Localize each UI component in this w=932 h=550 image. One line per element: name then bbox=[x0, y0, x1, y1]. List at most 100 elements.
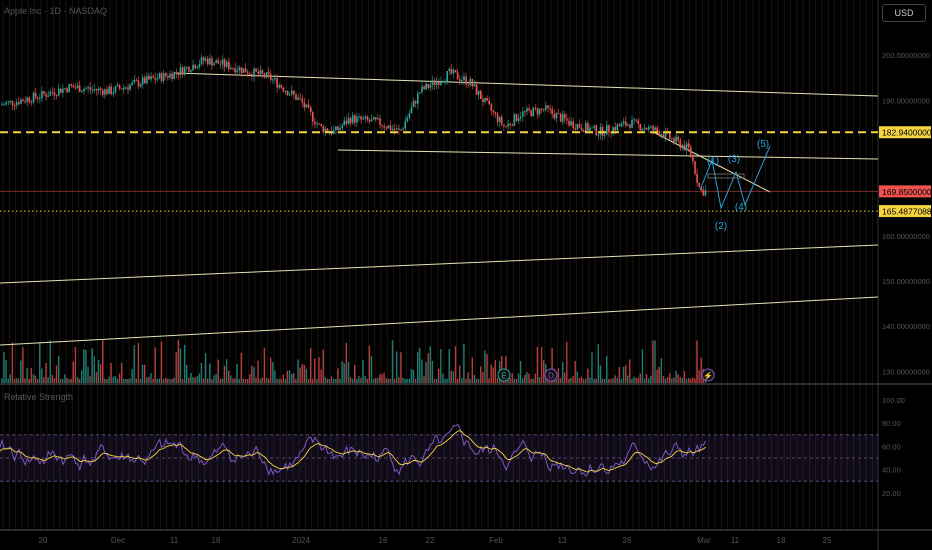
candle-body bbox=[400, 129, 402, 131]
candle-body bbox=[83, 88, 85, 92]
candle-body bbox=[259, 70, 262, 75]
volume-bar bbox=[9, 374, 11, 383]
volume-bar bbox=[66, 377, 68, 383]
chart-canvas[interactable]: (1) (2) (3) (4) (5) E D ⚡ 182.94000000 169.8500… bbox=[0, 0, 932, 550]
candle-body bbox=[381, 125, 383, 127]
volume-bar bbox=[234, 378, 236, 383]
volume-bar bbox=[681, 378, 683, 383]
volume-bar bbox=[370, 355, 373, 383]
volume-bar bbox=[49, 340, 51, 383]
volume-bar bbox=[398, 377, 400, 383]
candle-body bbox=[127, 87, 129, 90]
candle-body bbox=[568, 120, 570, 126]
candle-body bbox=[564, 114, 566, 119]
candle-body bbox=[120, 88, 123, 90]
candle-body bbox=[608, 125, 610, 133]
candle-body bbox=[144, 77, 146, 84]
volume-bar bbox=[152, 378, 154, 383]
candle-body bbox=[343, 120, 346, 126]
candle-body bbox=[599, 126, 602, 135]
candle-body bbox=[528, 108, 530, 111]
volume-bar bbox=[127, 378, 129, 383]
volume-bar bbox=[148, 376, 150, 383]
candle-body bbox=[297, 97, 299, 100]
volume-bar bbox=[461, 378, 463, 383]
volume-bar bbox=[633, 376, 635, 383]
candle-body bbox=[39, 98, 41, 100]
volume-bar bbox=[587, 368, 589, 383]
candle-body bbox=[402, 128, 404, 130]
candle-body bbox=[606, 125, 608, 135]
volume-bar bbox=[171, 379, 173, 383]
volume-bar bbox=[410, 369, 413, 383]
candle-body bbox=[129, 84, 131, 90]
candle-body bbox=[156, 78, 159, 80]
candle-body bbox=[284, 91, 287, 93]
candle-body bbox=[551, 109, 553, 114]
candle-body bbox=[188, 66, 190, 72]
time-tick-label: 11 bbox=[170, 536, 179, 545]
candle-body bbox=[446, 71, 448, 82]
rsi-tick-label: 20.00 bbox=[882, 489, 901, 498]
volume-bar bbox=[129, 378, 131, 383]
volume-bar bbox=[482, 371, 484, 383]
candle-body bbox=[396, 128, 398, 130]
volume-bar bbox=[68, 379, 70, 383]
volume-bar bbox=[396, 351, 398, 383]
candle-body bbox=[225, 61, 228, 67]
candle-body bbox=[444, 81, 446, 83]
volume-bar bbox=[629, 359, 631, 383]
candle-body bbox=[148, 75, 150, 80]
volume-bar bbox=[375, 378, 377, 383]
volume-bar bbox=[22, 347, 24, 383]
candle-body bbox=[345, 120, 348, 124]
candle-body bbox=[398, 128, 400, 130]
volume-bar bbox=[158, 378, 161, 383]
volume-bar bbox=[326, 378, 329, 383]
volume-bar bbox=[360, 378, 362, 383]
volume-bar bbox=[687, 378, 690, 383]
candle-body bbox=[549, 108, 551, 110]
volume-bar bbox=[28, 378, 30, 383]
candle-body bbox=[538, 108, 541, 115]
candle-body bbox=[190, 70, 192, 72]
volume-bar bbox=[280, 378, 282, 383]
candle-body bbox=[410, 107, 413, 114]
volume-bar bbox=[404, 378, 406, 383]
volume-bar bbox=[221, 378, 224, 383]
wave-label: (4) bbox=[735, 202, 747, 213]
candle-body bbox=[123, 87, 125, 90]
volume-bar bbox=[192, 377, 194, 383]
volume-bar bbox=[202, 378, 205, 383]
volume-bar bbox=[165, 377, 167, 383]
candle-body bbox=[593, 125, 595, 128]
volume-bar bbox=[402, 377, 404, 383]
volume-bar bbox=[524, 374, 526, 383]
volume-bar bbox=[595, 378, 597, 383]
volume-bar bbox=[383, 372, 385, 383]
volume-bar bbox=[618, 367, 620, 383]
volume-bar bbox=[606, 355, 608, 383]
candle-body bbox=[141, 77, 144, 85]
volume-bar bbox=[276, 378, 278, 383]
volume-bar bbox=[463, 343, 465, 383]
time-axis: 20 Dec 11 18 2024 16 22 Feb 13 26 Mar 11 18 25 bbox=[39, 536, 832, 545]
candle-body bbox=[532, 107, 535, 117]
currency-button[interactable]: USD bbox=[882, 4, 926, 22]
volume-bar bbox=[671, 378, 673, 383]
candle-body bbox=[215, 60, 217, 64]
volume-bar bbox=[72, 361, 74, 383]
candle-body bbox=[288, 94, 291, 96]
volume-bar bbox=[135, 378, 137, 383]
volume-bar bbox=[452, 371, 455, 383]
volume-bar bbox=[307, 378, 310, 383]
volume-bar bbox=[263, 347, 266, 383]
candle-body bbox=[246, 72, 249, 74]
candle-body bbox=[175, 72, 178, 74]
volume-bar bbox=[622, 366, 625, 383]
volume-bar bbox=[259, 378, 261, 383]
volume-bar bbox=[366, 378, 368, 383]
candle-body bbox=[368, 119, 371, 122]
volume-bar bbox=[314, 358, 316, 383]
candle-body bbox=[637, 120, 640, 124]
